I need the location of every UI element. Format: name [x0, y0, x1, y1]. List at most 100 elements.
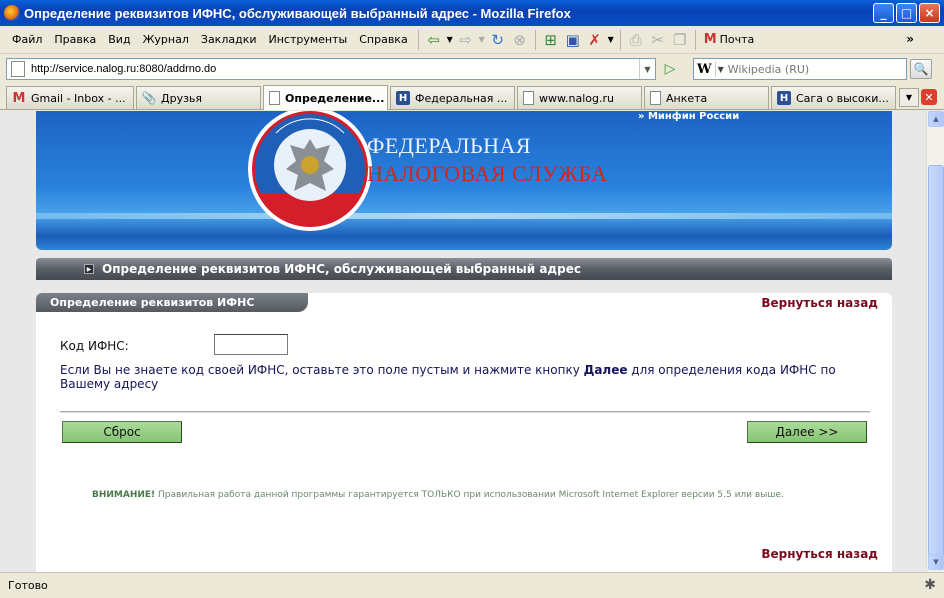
stop-icon[interactable]: ⊗: [509, 29, 531, 51]
tab-saga[interactable]: H Сага о высоки...: [771, 86, 896, 109]
cut-icon[interactable]: ✂: [647, 29, 669, 51]
toolbar-separator: [694, 29, 696, 50]
reload-icon[interactable]: ↻: [487, 29, 509, 51]
reset-button[interactable]: Сброс: [62, 421, 182, 443]
page-icon: [269, 91, 280, 105]
code-ifns-input[interactable]: [214, 334, 288, 355]
gmail-icon: M: [12, 90, 26, 106]
minfin-link[interactable]: » Минфин России: [638, 111, 739, 122]
page-icon: [650, 91, 661, 105]
toolbar-overflow-icon[interactable]: »: [906, 32, 914, 46]
fns-banner: » Минфин России ФЕДЕРАЛЬНАЯ НАЛОГОВАЯ СЛ…: [36, 111, 892, 250]
url-bar[interactable]: http://service.nalog.ru:8080/addrno.do ▼: [6, 58, 656, 80]
arrow-bullet-icon: ▶: [84, 264, 94, 274]
vertical-scrollbar[interactable]: ▲ ▼: [926, 111, 944, 572]
back-link-top[interactable]: Вернуться назад: [761, 296, 878, 310]
tab-label: Gmail - Inbox - ...: [31, 91, 126, 105]
mail-button[interactable]: M Почта: [704, 32, 755, 47]
form-divider: [60, 411, 870, 413]
h-icon: H: [396, 91, 410, 105]
spider-addon-icon[interactable]: ✱: [924, 577, 936, 593]
firefox-logo-icon: [4, 5, 20, 21]
maximize-button[interactable]: □: [896, 3, 917, 23]
page-icon: [523, 91, 534, 105]
fns-emblem-icon: [248, 111, 372, 231]
menu-help[interactable]: Справка: [353, 33, 413, 46]
banner-line1: ФЕДЕРАЛЬНАЯ: [367, 133, 532, 158]
tab-nalog[interactable]: www.nalog.ru: [517, 86, 642, 109]
tab-label: Анкета: [666, 91, 708, 105]
tools-icon[interactable]: ✗: [584, 29, 606, 51]
toolbar-separator: [417, 29, 419, 50]
new-window-icon[interactable]: ▣: [562, 29, 584, 51]
tab-anketa[interactable]: Анкета: [644, 86, 769, 109]
status-text: Готово: [8, 579, 48, 592]
tab-gmail[interactable]: M Gmail - Inbox - ...: [6, 86, 134, 109]
navigation-bar: http://service.nalog.ru:8080/addrno.do ▼…: [0, 55, 944, 83]
browser-warning: ВНИМАНИЕ! Правильная работа данной прогр…: [92, 490, 784, 500]
back-icon[interactable]: ⇦: [423, 29, 445, 51]
forward-icon[interactable]: ⇨: [455, 29, 477, 51]
hint-text: Если Вы не знаете код своей ИФНС, оставь…: [60, 363, 860, 391]
scroll-down-icon[interactable]: ▼: [928, 554, 944, 570]
menu-history[interactable]: Журнал: [137, 33, 195, 46]
tab-label: www.nalog.ru: [539, 91, 614, 105]
warning-text: Правильная работа данной программы гаран…: [155, 490, 784, 500]
next-button[interactable]: Далее >>: [747, 421, 867, 443]
hint-part-1: Если Вы не знаете код своей ИФНС, оставь…: [60, 363, 584, 377]
search-bar[interactable]: W ▼ Wikipedia (RU): [693, 58, 907, 80]
new-tab-icon[interactable]: ⊞: [540, 29, 562, 51]
menu-view[interactable]: Вид: [102, 33, 136, 46]
scroll-up-icon[interactable]: ▲: [928, 111, 944, 127]
page-content: » Минфин России ФЕДЕРАЛЬНАЯ НАЛОГОВАЯ СЛ…: [0, 111, 926, 572]
close-tab-icon[interactable]: ✕: [921, 89, 937, 105]
url-text[interactable]: http://service.nalog.ru:8080/addrno.do: [31, 63, 216, 75]
hint-bold-next: Далее: [583, 363, 628, 377]
print-icon[interactable]: ⎙: [625, 29, 647, 51]
gmail-icon: M: [703, 32, 717, 47]
tab-list-dropdown-icon[interactable]: ▼: [899, 88, 919, 107]
h-icon: H: [777, 91, 791, 105]
window-title: Определение реквизитов ИФНС, обслуживающ…: [24, 5, 571, 21]
search-engine-dropdown-icon[interactable]: ▼: [718, 65, 724, 74]
menu-edit[interactable]: Правка: [48, 33, 102, 46]
code-ifns-label: Код ИФНС:: [60, 339, 129, 353]
wikipedia-icon[interactable]: W: [694, 61, 716, 77]
menu-file[interactable]: Файл: [6, 33, 48, 46]
mail-label: Почта: [719, 33, 755, 46]
tab-active-definition[interactable]: Определение...: [263, 85, 388, 110]
tools-dropdown-icon[interactable]: ▼: [606, 29, 616, 51]
scroll-thumb[interactable]: [928, 165, 944, 557]
tab-label: Федеральная ...: [415, 91, 508, 105]
go-icon[interactable]: ▷: [660, 60, 680, 78]
section-nav-title[interactable]: Определение реквизитов ИФНС, обслуживающ…: [102, 262, 581, 276]
tab-label: Сага о высоки...: [796, 91, 889, 105]
url-dropdown-icon[interactable]: ▼: [639, 59, 655, 79]
paperclip-icon: 📎: [141, 91, 157, 105]
tab-label: Друзья: [161, 91, 203, 105]
menu-bookmarks[interactable]: Закладки: [195, 33, 263, 46]
page-icon: [11, 61, 25, 77]
forward-dropdown-icon[interactable]: ▼: [477, 29, 487, 51]
status-bar: Готово ✱: [0, 572, 944, 598]
tab-friends[interactable]: 📎 Друзья: [136, 86, 261, 109]
menu-bar: Файл Правка Вид Журнал Закладки Инструме…: [0, 26, 944, 54]
search-input[interactable]: Wikipedia (RU): [728, 63, 809, 76]
copy-icon[interactable]: ❐: [669, 29, 691, 51]
back-link-bottom[interactable]: Вернуться назад: [761, 547, 878, 561]
toolbar-separator: [534, 29, 536, 50]
minimize-button[interactable]: _: [873, 3, 894, 23]
back-dropdown-icon[interactable]: ▼: [445, 29, 455, 51]
menu-tools[interactable]: Инструменты: [263, 33, 354, 46]
tab-federal[interactable]: H Федеральная ...: [390, 86, 515, 109]
panel-title: Определение реквизитов ИФНС: [36, 293, 308, 312]
title-bar: Определение реквизитов ИФНС, обслуживающ…: [0, 0, 944, 26]
search-icon[interactable]: 🔍: [910, 59, 932, 79]
close-window-button[interactable]: ×: [919, 3, 940, 23]
banner-line2: НАЛОГОВАЯ СЛУЖБА: [367, 161, 608, 186]
banner-stripe: [36, 213, 892, 219]
section-nav-strip: ▶ Определение реквизитов ИФНС, обслужива…: [36, 258, 892, 280]
warning-label: ВНИМАНИЕ!: [92, 490, 156, 500]
form-panel: Определение реквизитов ИФНС Вернуться на…: [36, 293, 892, 572]
toolbar-separator: [619, 29, 621, 50]
